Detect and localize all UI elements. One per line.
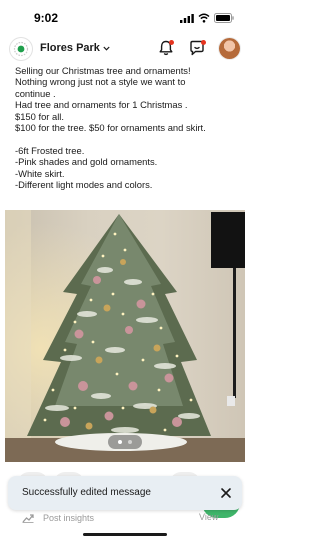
message-badge — [201, 40, 206, 45]
app-header: Flores Park — [0, 34, 250, 64]
notification-badge — [169, 40, 174, 45]
post-line: -Different light modes and colors. — [15, 179, 153, 191]
battery-icon — [214, 13, 234, 23]
status-time: 9:02 — [34, 11, 59, 25]
post-line: -White skirt. — [15, 167, 65, 179]
post-insights-label: Post insights — [43, 513, 95, 523]
post-line: -Pink shades and gold ornaments. — [15, 156, 158, 168]
toast: Successfully edited message — [8, 476, 242, 510]
post-line: Nothing wrong just not a style we want t… — [15, 76, 186, 88]
neighborhood-selector[interactable]: Flores Park — [40, 42, 110, 54]
post-body: Selling our Christmas tree and ornaments… — [15, 65, 243, 190]
post-line: Selling our Christmas tree and ornaments… — [15, 65, 191, 76]
messages-button[interactable] — [188, 39, 206, 57]
post-line: -6ft Frosted tree. — [15, 144, 85, 156]
nextdoor-logo[interactable] — [10, 38, 32, 60]
post-line: $150 for all. — [15, 110, 64, 122]
avatar[interactable] — [219, 38, 240, 59]
trend-up-icon — [22, 514, 34, 523]
post-line: $100 for the tree. $50 for ornaments and… — [15, 122, 206, 134]
home-indicator — [83, 533, 167, 536]
chevron-down-icon — [103, 46, 110, 51]
post-insights-row[interactable]: Post insights View — [0, 508, 250, 530]
post-line: Had tree and ornaments for 1 Christmas . — [15, 99, 188, 111]
neighborhood-name: Flores Park — [40, 42, 100, 54]
post-photo[interactable] — [5, 210, 245, 462]
carousel-dot — [128, 440, 132, 444]
post-line: continue . — [15, 87, 56, 99]
wifi-icon — [198, 13, 210, 23]
carousel-dot-active — [118, 440, 122, 444]
signal-icon — [180, 14, 194, 23]
close-icon[interactable] — [220, 487, 232, 499]
toast-message: Successfully edited message — [22, 487, 151, 498]
view-insights-link[interactable]: View — [199, 512, 218, 522]
screen: 9:02 Flores Park Selling our Christmas t… — [0, 0, 250, 541]
status-bar: 9:02 — [0, 0, 250, 34]
notifications-button[interactable] — [157, 39, 175, 57]
christmas-tree-image — [5, 210, 245, 462]
carousel-indicator — [108, 435, 142, 449]
